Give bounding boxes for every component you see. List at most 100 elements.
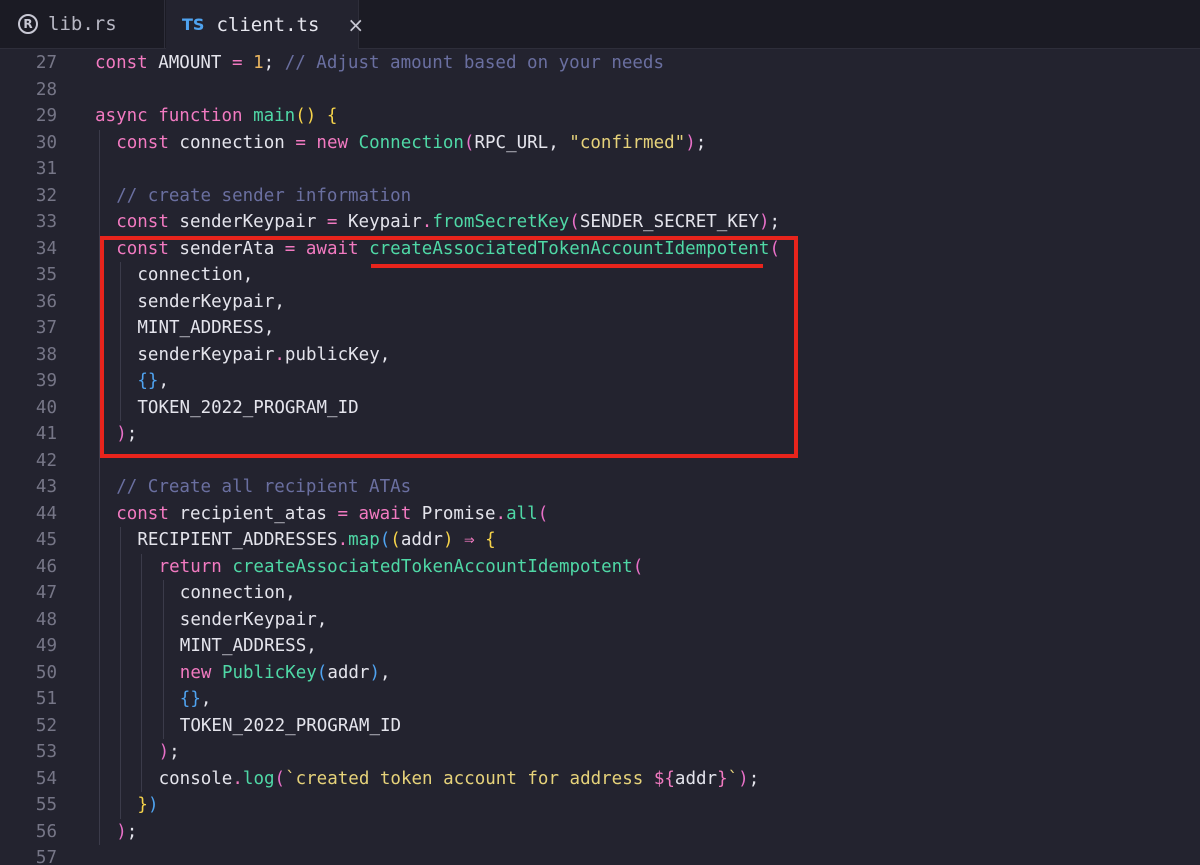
code-token: ) xyxy=(738,768,749,789)
tab-lib-rs[interactable]: R lib.rs xyxy=(0,0,165,48)
indent-guide xyxy=(120,527,122,554)
indent-guide xyxy=(120,712,122,739)
code-token: fromSecretKey xyxy=(432,212,570,232)
code-token: = xyxy=(326,212,338,232)
code-line[interactable]: 50 new PublicKey(addr), xyxy=(0,659,1200,686)
code-token: ) xyxy=(147,795,159,815)
code-line[interactable]: 53); xyxy=(0,739,1200,766)
code-token: = xyxy=(295,132,306,153)
code-token: `created token account for address xyxy=(285,768,654,789)
code-token: // Adjust amount based on your needs xyxy=(284,53,664,73)
line-number: 37 xyxy=(35,318,57,338)
code-line[interactable]: 49 MINT_ADDRESS, xyxy=(0,633,1200,660)
code-token: Connection xyxy=(358,132,464,153)
code-token: ) xyxy=(758,212,770,232)
code-token: ) xyxy=(116,821,127,842)
code-token: ; xyxy=(169,742,180,762)
code-token: connection xyxy=(168,132,296,153)
code-line[interactable]: 56); xyxy=(0,818,1200,845)
indent-guide xyxy=(162,686,164,713)
code-token: , xyxy=(200,689,212,709)
indent-guide xyxy=(141,686,143,713)
line-number: 27 xyxy=(35,53,57,73)
indent-guide xyxy=(99,156,100,183)
code-token: "confirmed" xyxy=(569,132,686,153)
line-number: 57 xyxy=(35,848,57,865)
code-line[interactable]: 54 console.log(`created token account for… xyxy=(0,765,1200,793)
code-token: {} xyxy=(179,689,201,709)
code-text: // create sender information xyxy=(116,183,411,210)
line-number: 38 xyxy=(35,344,57,365)
code-token: = xyxy=(337,503,348,524)
code-token: ) xyxy=(685,132,696,153)
code-token: . xyxy=(495,503,507,524)
code-token: // create sender information xyxy=(116,185,412,206)
indent-guide xyxy=(99,633,100,660)
code-line[interactable]: 27 const AMOUNT = 1; // Adjust amount bas… xyxy=(0,50,1200,77)
code-text: connection, xyxy=(180,580,296,607)
line-number: 31 xyxy=(35,159,57,179)
code-token: ( xyxy=(537,503,549,524)
code-text: async function main() { xyxy=(95,103,337,130)
line-number: 48 xyxy=(35,609,57,630)
tab-client-ts[interactable]: TS client.ts × xyxy=(166,0,364,49)
code-token: const xyxy=(116,503,169,524)
code-line[interactable]: 31 xyxy=(0,156,1200,183)
code-line[interactable]: 55}) xyxy=(0,792,1200,819)
code-token: ( xyxy=(463,132,475,153)
code-token: () xyxy=(295,106,317,126)
code-token: TOKEN_2022_PROGRAM_ID xyxy=(179,715,402,736)
code-text: TOKEN_2022_PROGRAM_ID xyxy=(180,713,401,740)
code-line[interactable]: 57 xyxy=(0,845,1200,865)
code-text: console.log(`created token account for a… xyxy=(159,766,760,793)
code-token: all xyxy=(506,503,538,524)
indent-guide xyxy=(141,633,143,660)
code-token: ; xyxy=(769,212,781,232)
indent-guide xyxy=(99,686,100,713)
code-line[interactable]: 43 // Create all recipient ATAs xyxy=(0,474,1200,501)
indent-guide xyxy=(99,580,100,607)
code-line[interactable]: 52 TOKEN_2022_PROGRAM_ID xyxy=(0,712,1200,740)
typescript-icon: TS xyxy=(182,15,205,34)
code-line[interactable]: 30 const connection = new Connection(RPC_… xyxy=(0,129,1200,156)
indent-guide xyxy=(99,792,100,819)
code-line[interactable]: 45 RECIPIENT_ADDRESSES.map((addr) ⇒ { xyxy=(0,527,1200,554)
code-line[interactable]: 29 async function main() { xyxy=(0,103,1200,130)
code-line[interactable]: 44 const recipient_atas = await Promise.a… xyxy=(0,500,1200,527)
code-token: return xyxy=(158,556,222,577)
code-line[interactable]: 48 senderKeypair, xyxy=(0,606,1200,633)
code-token: . xyxy=(232,768,243,789)
code-token: . xyxy=(337,530,349,550)
code-token: { xyxy=(326,106,338,126)
code-line[interactable]: 28 xyxy=(0,77,1200,104)
close-icon[interactable]: × xyxy=(347,13,364,37)
indent-guide xyxy=(120,659,122,686)
code-token: map xyxy=(348,530,380,550)
code-line[interactable]: 51 {}, xyxy=(0,686,1200,713)
code-token: SENDER_SECRET_KEY xyxy=(579,212,759,232)
code-line[interactable]: 32 // create sender information xyxy=(0,182,1200,210)
code-token: RECIPIENT_ADDRESSES xyxy=(137,530,338,550)
code-token: = xyxy=(231,53,243,73)
code-token: senderKeypair xyxy=(168,212,327,232)
indent-guide xyxy=(120,792,122,819)
line-number: 42 xyxy=(35,450,57,471)
code-token: // Create all recipient ATAs xyxy=(116,477,412,497)
code-token: 1 xyxy=(253,53,264,73)
indent-guide xyxy=(120,739,122,766)
annotation-highlight-box xyxy=(100,236,798,458)
indent-guide xyxy=(99,553,100,580)
indent-guide xyxy=(162,659,164,686)
code-line[interactable]: 46 return createAssociatedTokenAccountIde… xyxy=(0,553,1200,580)
indent-guide xyxy=(120,580,122,607)
code-line[interactable]: 47 connection, xyxy=(0,580,1200,607)
code-line[interactable]: 33 const senderKeypair = Keypair.fromSecr… xyxy=(0,209,1200,236)
line-number: 34 xyxy=(35,238,57,259)
code-token: recipient_atas xyxy=(168,503,338,524)
indent-guide xyxy=(99,818,100,845)
line-number: 51 xyxy=(35,689,57,709)
